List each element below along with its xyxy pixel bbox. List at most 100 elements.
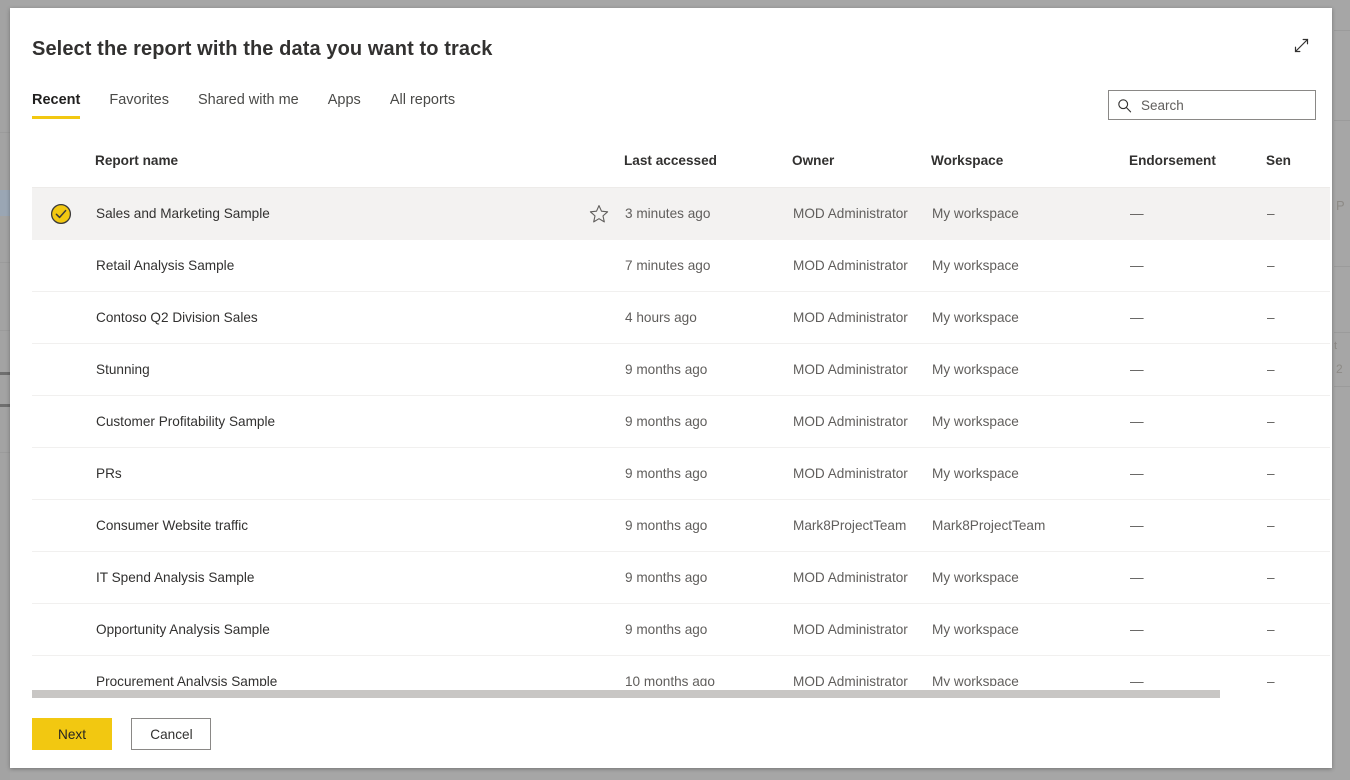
tab-shared-with-me-label: Shared with me [198, 92, 299, 108]
last-accessed-cell: 7 minutes ago [624, 239, 792, 292]
row-select-cell[interactable] [32, 603, 95, 656]
row-select-cell[interactable] [32, 499, 95, 552]
dialog-footer: Next Cancel [32, 718, 212, 750]
report-name-cell[interactable]: Customer Profitability Sample [95, 395, 588, 448]
endorsement-cell: — [1129, 655, 1266, 686]
owner-cell: MOD Administrator [792, 239, 931, 292]
table-row[interactable]: Opportunity Analysis Sample 9 months ago M… [32, 603, 1330, 656]
report-name-cell[interactable]: Stunning [95, 343, 588, 396]
row-select-cell[interactable] [32, 343, 95, 396]
tab-shared-with-me[interactable]: Shared with me [198, 92, 299, 119]
workspace-cell: My workspace [931, 291, 1129, 344]
star-icon[interactable] [589, 204, 624, 224]
favorite-cell[interactable] [588, 239, 624, 292]
expand-icon[interactable] [1286, 30, 1316, 60]
table-row[interactable]: Contoso Q2 Division Sales 4 hours ago MOD … [32, 291, 1330, 344]
favorite-cell[interactable] [588, 551, 624, 604]
tab-favorites-label: Favorites [109, 92, 169, 108]
owner-cell: MOD Administrator [792, 447, 931, 500]
owner-cell: MOD Administrator [792, 551, 931, 604]
row-select-cell[interactable] [32, 655, 95, 686]
tab-recent-label: Recent [32, 92, 81, 108]
background-fragment [0, 132, 10, 133]
sensitivity-cell: – [1266, 447, 1330, 500]
favorite-cell[interactable] [588, 447, 624, 500]
last-accessed-cell: 9 months ago [624, 447, 792, 500]
report-name-cell[interactable]: Procurement Analysis Sample [95, 655, 588, 686]
table-header-row: Report name Last accessed Owner Workspac… [32, 146, 1330, 188]
table-row[interactable]: Retail Analysis Sample 7 minutes ago MOD A… [32, 239, 1330, 292]
next-button[interactable]: Next [32, 718, 112, 750]
row-select-cell[interactable] [32, 447, 95, 500]
horizontal-scrollbar-thumb[interactable] [32, 690, 1220, 698]
sensitivity-cell: – [1266, 291, 1330, 344]
reports-table-header: Report name Last accessed Owner Workspac… [32, 146, 1330, 188]
favorite-cell[interactable] [588, 343, 624, 396]
sensitivity-cell: – [1266, 239, 1330, 292]
row-select-cell[interactable] [32, 291, 95, 344]
tab-favorites[interactable]: Favorites [109, 92, 169, 119]
background-fragment-text: t [1334, 340, 1338, 352]
column-header-sensitivity[interactable]: Sen [1266, 146, 1330, 188]
column-header-report-name[interactable]: Report name [95, 146, 588, 188]
favorite-cell[interactable] [588, 603, 624, 656]
tab-recent[interactable]: Recent [32, 92, 81, 119]
favorite-cell[interactable] [588, 499, 624, 552]
row-select-cell[interactable] [32, 395, 95, 448]
table-row[interactable]: Consumer Website traffic 9 months ago Mark… [32, 499, 1330, 552]
table-row[interactable]: Stunning 9 months ago MOD Administrator My … [32, 343, 1330, 396]
sensitivity-cell: – [1266, 395, 1330, 448]
column-header-owner[interactable]: Owner [792, 146, 931, 188]
report-name-cell[interactable]: Retail Analysis Sample [95, 239, 588, 292]
owner-cell: MOD Administrator [792, 343, 931, 396]
endorsement-cell: — [1129, 187, 1266, 240]
table-row[interactable]: Sales and Marketing Sample 3 minutes ago M… [32, 187, 1330, 240]
report-name-cell[interactable]: Contoso Q2 Division Sales [95, 291, 588, 344]
row-select-cell[interactable] [32, 187, 95, 240]
last-accessed-cell: 9 months ago [624, 603, 792, 656]
background-fragment [0, 404, 10, 407]
column-header-last-accessed[interactable]: Last accessed [624, 146, 792, 188]
report-name-cell[interactable]: Opportunity Analysis Sample [95, 603, 588, 656]
row-select-cell[interactable] [32, 551, 95, 604]
reports-table-body: Sales and Marketing Sample 3 minutes ago M… [32, 187, 1330, 686]
owner-cell: MOD Administrator [792, 655, 931, 686]
tab-apps[interactable]: Apps [328, 92, 361, 119]
background-fragment [0, 330, 10, 331]
report-name-cell[interactable]: IT Spend Analysis Sample [95, 551, 588, 604]
search-box[interactable] [1108, 90, 1322, 120]
workspace-cell: My workspace [931, 551, 1129, 604]
column-header-endorsement[interactable]: Endorsement [1129, 146, 1266, 188]
row-select-cell[interactable] [32, 239, 95, 292]
search-input[interactable] [1139, 97, 1322, 113]
column-header-select [32, 146, 95, 188]
last-accessed-cell: 10 months ago [624, 655, 792, 686]
favorite-cell[interactable] [588, 187, 624, 240]
favorite-cell[interactable] [588, 291, 624, 344]
tab-bar: Recent Favorites Shared with me Apps All… [32, 92, 484, 119]
selected-check-icon[interactable] [50, 203, 94, 225]
background-fragment [1334, 332, 1350, 333]
column-header-workspace[interactable]: Workspace [931, 146, 1129, 188]
last-accessed-cell: 4 hours ago [624, 291, 792, 344]
table-row[interactable]: PRs 9 months ago MOD Administrator My works… [32, 447, 1330, 500]
table-row[interactable]: IT Spend Analysis Sample 9 months ago MOD … [32, 551, 1330, 604]
report-name-cell[interactable]: Sales and Marketing Sample [95, 187, 588, 240]
endorsement-cell: — [1129, 239, 1266, 292]
reports-table-container: Report name Last accessed Owner Workspac… [32, 146, 1330, 686]
owner-cell: MOD Administrator [792, 187, 931, 240]
table-row[interactable]: Procurement Analysis Sample 10 months ago… [32, 655, 1330, 686]
report-name-cell[interactable]: Consumer Website traffic [95, 499, 588, 552]
favorite-cell[interactable] [588, 655, 624, 686]
report-name-cell[interactable]: PRs [95, 447, 588, 500]
sensitivity-cell: – [1266, 187, 1330, 240]
sensitivity-cell: – [1266, 603, 1330, 656]
tab-all-reports[interactable]: All reports [390, 92, 455, 119]
favorite-cell[interactable] [588, 395, 624, 448]
table-row[interactable]: Customer Profitability Sample 9 months ag… [32, 395, 1330, 448]
horizontal-scrollbar-track[interactable] [32, 690, 1330, 698]
endorsement-cell: — [1129, 291, 1266, 344]
cancel-button[interactable]: Cancel [131, 718, 212, 750]
dialog-title: Select the report with the data you want… [32, 38, 493, 60]
background-fragment [1334, 266, 1350, 267]
